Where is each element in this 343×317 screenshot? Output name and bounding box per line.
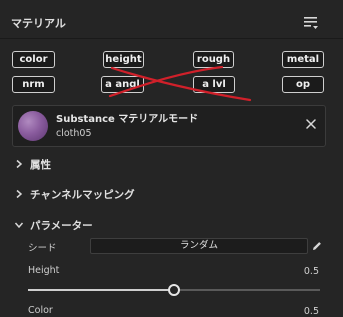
section-attributes[interactable]: 属性: [14, 156, 51, 172]
material-mode-title: Substance マテリアルモード: [56, 114, 199, 125]
chip-height[interactable]: height: [103, 51, 144, 68]
chip-metal[interactable]: metal: [282, 51, 324, 68]
close-icon[interactable]: [304, 117, 318, 131]
height-slider-handle[interactable]: [168, 284, 180, 296]
seed-label: シード: [28, 243, 57, 254]
chevron-right-icon: [16, 189, 23, 199]
height-value: 0.5: [303, 266, 319, 277]
seed-field[interactable]: ランダム: [90, 238, 308, 254]
list-filter-icon[interactable]: [301, 14, 321, 32]
section-channel-mapping[interactable]: チャンネルマッピング: [14, 186, 135, 202]
panel-title: マテリアル: [11, 17, 66, 30]
chip-a-lvl[interactable]: a lvl: [193, 76, 235, 93]
color-label: Color: [28, 305, 53, 316]
chip-color[interactable]: color: [12, 51, 55, 68]
header-divider: [0, 38, 343, 39]
chip-rough[interactable]: rough: [193, 51, 234, 68]
material-card: Substance マテリアルモード cloth05: [12, 105, 326, 147]
height-label: Height: [28, 265, 60, 276]
section-channel-mapping-label: チャンネルマッピング: [30, 188, 135, 201]
chip-nrm[interactable]: nrm: [12, 76, 55, 93]
section-attributes-label: 属性: [30, 158, 51, 171]
material-name: cloth05: [56, 128, 92, 139]
chevron-right-icon: [16, 159, 23, 169]
pencil-icon[interactable]: [311, 240, 323, 252]
height-slider-fill: [28, 289, 174, 291]
section-parameters-label: パラメーター: [30, 219, 93, 232]
chip-a-angl[interactable]: a angl: [101, 76, 144, 93]
chip-op[interactable]: op: [282, 76, 324, 93]
section-parameters[interactable]: パラメーター: [14, 217, 93, 233]
color-value: 0.5: [303, 306, 319, 317]
material-thumbnail: [18, 111, 48, 141]
chevron-down-icon: [14, 222, 24, 229]
